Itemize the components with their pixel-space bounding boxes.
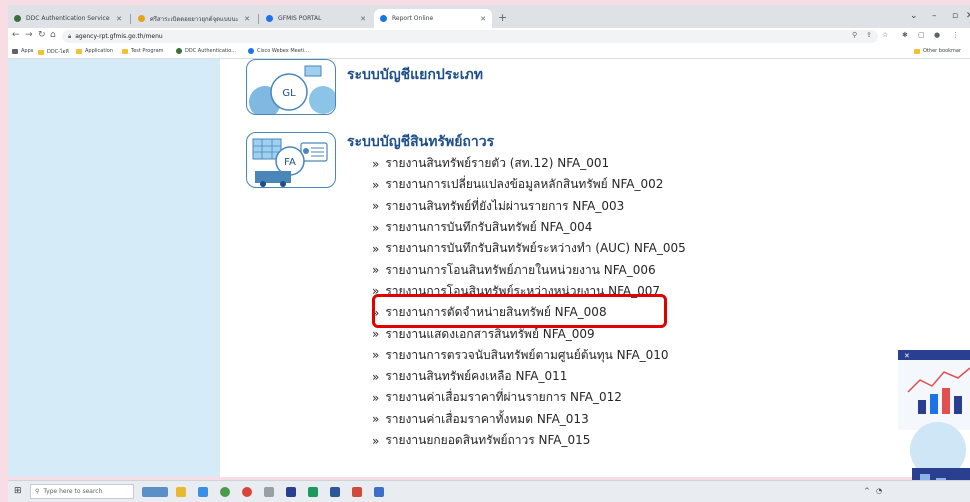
word-icon[interactable] bbox=[330, 487, 340, 497]
share-icon[interactable]: ⇪ bbox=[866, 31, 872, 39]
tab-favicon-icon bbox=[138, 15, 145, 22]
tab-search-icon[interactable]: ⌄ bbox=[910, 11, 918, 21]
tab-gfmis-portal[interactable]: GFMIS PORTAL ✕ bbox=[260, 9, 372, 28]
report-link-nfa-004[interactable]: » รายงานการบันทึกรับสินทรัพย์ NFA_004 bbox=[372, 217, 686, 238]
folder-icon bbox=[76, 48, 82, 54]
tab-favicon-icon bbox=[380, 15, 387, 22]
taskbar-widget-icon[interactable] bbox=[142, 487, 168, 497]
sidebar-icon[interactable]: ▢ bbox=[918, 31, 925, 39]
outlook-icon[interactable] bbox=[286, 487, 296, 497]
bookmark-ddc-it[interactable]: DDC-ไอที bbox=[38, 48, 69, 56]
windows-taskbar: ⊞ ⚲ Type here to search ^ ◔ bbox=[8, 480, 970, 502]
app-icon[interactable] bbox=[264, 487, 274, 497]
report-link-nfa-015[interactable]: » รายงานยกยอดสินทรัพย์ถาวร NFA_015 bbox=[372, 430, 686, 451]
tray-arrow-icon[interactable]: ^ bbox=[864, 487, 870, 495]
bookmark-apps[interactable]: Apps bbox=[12, 48, 33, 54]
edge-icon[interactable] bbox=[198, 487, 208, 497]
gl-system-icon[interactable]: GL bbox=[246, 59, 336, 115]
tab-thai-page[interactable]: ศรีสาระเบิดดอยยาวยุกต์จุดแบบนะมดดก ✕ bbox=[132, 9, 256, 28]
fa-icon-label: FA bbox=[284, 157, 296, 168]
windows-start-icon[interactable]: ⊞ bbox=[14, 486, 22, 496]
close-window-icon[interactable]: ✕ bbox=[966, 11, 970, 21]
bookmarks-bar: Apps DDC-ไอที Application Test Program D… bbox=[8, 45, 970, 59]
reload-icon[interactable]: ↻ bbox=[38, 30, 46, 40]
lock-icon: 🔒︎ bbox=[68, 32, 72, 40]
back-icon[interactable]: ← bbox=[12, 30, 20, 40]
taskbar-search-box[interactable]: ⚲ Type here to search bbox=[30, 484, 134, 499]
url-text: agency-rpt.gfmis.go.th/menu bbox=[75, 33, 163, 40]
tab-ddc-authentication[interactable]: DDC Authentication Services ✕ bbox=[8, 9, 128, 28]
report-link-nfa-001[interactable]: » รายงานสินทรัพย์รายตัว (สท.12) NFA_001 bbox=[372, 153, 686, 174]
close-tab-icon[interactable]: ✕ bbox=[116, 15, 122, 23]
zoom-icon[interactable]: ⚲ bbox=[852, 31, 857, 39]
site-icon bbox=[176, 48, 182, 54]
tab-favicon-icon bbox=[266, 15, 273, 22]
menu-icon[interactable]: ⋮ bbox=[952, 31, 959, 39]
address-toolbar: ← → ↻ ⌂ 🔒︎ agency-rpt.gfmis.go.th/menu ⚲… bbox=[8, 28, 970, 45]
close-tab-icon[interactable]: ✕ bbox=[244, 15, 250, 23]
tab-report-online[interactable]: Report Online ✕ bbox=[374, 9, 492, 28]
report-link-nfa-013[interactable]: » รายงานค่าเสื่อมราคาทั้งหมด NFA_013 bbox=[372, 409, 686, 430]
close-tab-icon[interactable]: ✕ bbox=[360, 15, 366, 23]
browser-tab-bar: DDC Authentication Services ✕ ศรีสาระเบิ… bbox=[8, 5, 970, 28]
report-link-nfa-010[interactable]: » รายงานการตรวจนับสินทรัพย์ตามศูนย์ต้นทุน… bbox=[372, 345, 686, 366]
left-sidebar bbox=[8, 59, 220, 477]
new-tab-button[interactable]: + bbox=[498, 11, 507, 24]
bookmark-star-icon[interactable]: ☆ bbox=[882, 31, 888, 39]
apps-grid-icon bbox=[12, 48, 18, 54]
profile-icon[interactable]: ● bbox=[934, 31, 940, 39]
bookmark-cisco-webex[interactable]: Cisco Webex Meeti... bbox=[248, 48, 309, 54]
bookmark-test-program[interactable]: Test Program bbox=[122, 48, 164, 54]
webex-icon bbox=[248, 48, 254, 54]
gl-icon-label: GL bbox=[282, 88, 296, 99]
chrome-icon[interactable] bbox=[220, 487, 230, 497]
folder-icon bbox=[914, 48, 920, 54]
mail-icon[interactable] bbox=[374, 487, 384, 497]
network-icon[interactable]: ◔ bbox=[876, 487, 882, 495]
forward-icon[interactable]: → bbox=[25, 30, 33, 40]
powerpoint-icon[interactable] bbox=[352, 487, 362, 497]
bookmark-other[interactable]: Other bookmar bbox=[914, 48, 961, 54]
extensions-icon[interactable]: ✱ bbox=[902, 31, 908, 39]
chart-widget-decoration: ✕ bbox=[898, 350, 970, 500]
folder-icon bbox=[122, 48, 128, 54]
teams-icon[interactable] bbox=[308, 487, 318, 497]
report-link-nfa-005[interactable]: » รายงานการบันทึกรับสินทรัพย์ระหว่างทำ (A… bbox=[372, 238, 686, 259]
folder-icon bbox=[38, 49, 44, 55]
fa-section-title[interactable]: ระบบบัญชีสินทรัพย์ถาวร bbox=[347, 131, 494, 153]
tab-favicon-icon bbox=[14, 15, 21, 22]
report-link-nfa-006[interactable]: » รายงานการโอนสินทรัพย์ภายในหน่วยงาน NFA_… bbox=[372, 259, 686, 280]
report-link-nfa-012[interactable]: » รายงานค่าเสื่อมราคาที่ผ่านรายการ NFA_01… bbox=[372, 387, 686, 408]
file-explorer-icon[interactable] bbox=[176, 487, 186, 497]
search-icon: ⚲ bbox=[35, 488, 40, 495]
chrome-alt-icon[interactable] bbox=[242, 487, 252, 497]
bookmark-application[interactable]: Application bbox=[76, 48, 113, 54]
close-tab-icon[interactable]: ✕ bbox=[480, 15, 486, 23]
svg-text:✕: ✕ bbox=[904, 352, 910, 360]
fa-system-icon[interactable]: FA bbox=[246, 132, 336, 188]
gl-section-title[interactable]: ระบบบัญชีแยกประเภท bbox=[347, 64, 483, 86]
home-icon[interactable]: ⌂ bbox=[50, 30, 56, 40]
report-link-nfa-011[interactable]: » รายงานสินทรัพย์คงเหลือ NFA_011 bbox=[372, 366, 686, 387]
report-link-nfa-003[interactable]: » รายงานสินทรัพย์ที่ยังไม่ผ่านรายการ NFA_… bbox=[372, 196, 686, 217]
report-link-nfa-002[interactable]: » รายงานการเปลี่ยนแปลงข้อมูลหลักสินทรัพย์… bbox=[372, 174, 686, 195]
bookmark-ddc-authentication[interactable]: DDC Authenticatio... bbox=[176, 48, 236, 54]
url-bar[interactable]: 🔒︎ agency-rpt.gfmis.go.th/menu bbox=[62, 30, 878, 43]
highlight-box-nfa-008 bbox=[372, 294, 667, 328]
minimize-icon[interactable]: – bbox=[932, 11, 937, 21]
maximize-icon[interactable]: ▫ bbox=[952, 11, 958, 21]
